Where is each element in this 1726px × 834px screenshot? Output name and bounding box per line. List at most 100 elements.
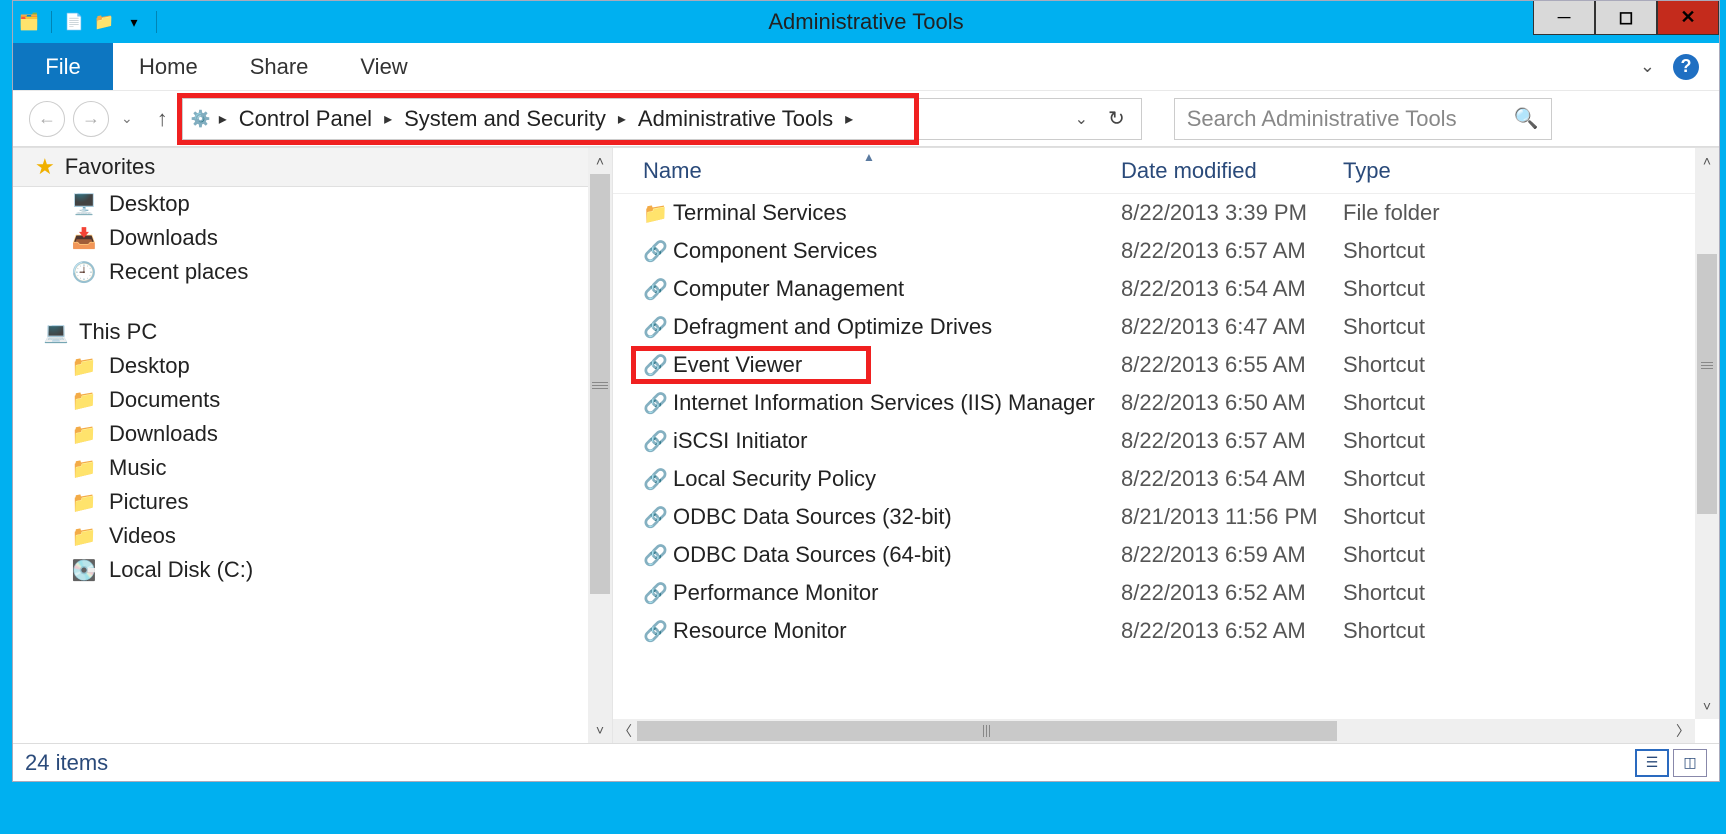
file-name: Defragment and Optimize Drives	[673, 314, 1121, 340]
file-row[interactable]: 🔗Resource Monitor8/22/2013 6:52 AMShortc…	[613, 612, 1719, 650]
file-row[interactable]: 🔗Defragment and Optimize Drives8/22/2013…	[613, 308, 1719, 346]
file-row[interactable]: 🔗Computer Management8/22/2013 6:54 AMSho…	[613, 270, 1719, 308]
file-row[interactable]: 🔗Event Viewer8/22/2013 6:55 AMShortcut	[613, 346, 1719, 384]
close-button[interactable]: ✕	[1657, 1, 1719, 35]
window-controls: ─ ◻ ✕	[1533, 1, 1719, 35]
file-type: Shortcut	[1343, 504, 1425, 530]
chevron-right-icon[interactable]: ▸	[841, 109, 857, 129]
file-date: 8/22/2013 6:52 AM	[1121, 618, 1343, 644]
sidebar-item-downloads[interactable]: 📁Downloads	[13, 417, 589, 451]
list-scrollbar-vertical[interactable]: ˄ ˅	[1695, 148, 1719, 719]
file-row[interactable]: 🔗Internet Information Services (IIS) Man…	[613, 384, 1719, 422]
chevron-right-icon[interactable]: ▸	[380, 109, 396, 129]
file-row[interactable]: 🔗ODBC Data Sources (64-bit)8/22/2013 6:5…	[613, 536, 1719, 574]
scroll-left-icon[interactable]: 〈	[613, 721, 637, 741]
file-row[interactable]: 🔗ODBC Data Sources (32-bit)8/21/2013 11:…	[613, 498, 1719, 536]
sidebar-item-desktop[interactable]: 🖥️Desktop	[13, 187, 589, 221]
file-name: iSCSI Initiator	[673, 428, 1121, 454]
history-dropdown-icon[interactable]: ⌄	[121, 110, 133, 127]
file-row[interactable]: 📁Terminal Services8/22/2013 3:39 PMFile …	[613, 194, 1719, 232]
scroll-thumb[interactable]	[1697, 254, 1717, 514]
sidebar-item-localdisk[interactable]: 💽Local Disk (C:)	[13, 553, 589, 587]
titlebar: 🗂️ 📄 📁 ▾ Administrative Tools ─ ◻ ✕	[13, 1, 1719, 43]
sidebar-item-music[interactable]: 📁Music	[13, 451, 589, 485]
file-date: 8/21/2013 11:56 PM	[1121, 504, 1343, 530]
scroll-up-icon[interactable]: ˄	[1695, 148, 1719, 174]
search-icon[interactable]: 🔍	[1514, 106, 1539, 131]
properties-icon[interactable]: 🗂️	[15, 8, 43, 36]
sidebar-item-documents[interactable]: 📁Documents	[13, 383, 589, 417]
file-type: Shortcut	[1343, 314, 1425, 340]
sidebar-scrollbar[interactable]: ˄ ˅	[588, 148, 612, 743]
file-type: Shortcut	[1343, 276, 1425, 302]
refresh-icon[interactable]: ↻	[1108, 106, 1125, 131]
scroll-down-icon[interactable]: ˅	[588, 717, 612, 743]
column-name[interactable]: Name▲	[643, 158, 1121, 184]
breadcrumb-segment[interactable]: Control Panel	[233, 106, 378, 132]
list-scrollbar-horizontal[interactable]: 〈 〉	[613, 719, 1695, 743]
file-type: Shortcut	[1343, 618, 1425, 644]
breadcrumb-segment[interactable]: Administrative Tools	[632, 106, 839, 132]
up-button[interactable]: ↑	[157, 106, 168, 132]
shortcut-icon: 🔗	[643, 429, 673, 454]
address-dropdown-icon[interactable]: ⌄	[1075, 109, 1088, 129]
file-row[interactable]: 🔗Performance Monitor8/22/2013 6:52 AMSho…	[613, 574, 1719, 612]
file-date: 8/22/2013 6:57 AM	[1121, 238, 1343, 264]
column-type[interactable]: Type	[1343, 158, 1719, 184]
tab-home[interactable]: Home	[113, 43, 224, 90]
maximize-button[interactable]: ◻	[1595, 1, 1657, 35]
chevron-right-icon[interactable]: ▸	[614, 109, 630, 129]
favorites-header[interactable]: ★ Favorites	[13, 148, 589, 187]
sidebar-item-desktop[interactable]: 📁Desktop	[13, 349, 589, 383]
search-input[interactable]: Search Administrative Tools 🔍	[1174, 98, 1552, 140]
details-view-button[interactable]: ☰	[1635, 749, 1669, 777]
forward-button[interactable]: →	[73, 101, 109, 137]
tab-share[interactable]: Share	[224, 43, 335, 90]
shortcut-icon: 🔗	[643, 619, 673, 644]
folder-icon: 📁	[71, 355, 97, 377]
file-date: 8/22/2013 6:59 AM	[1121, 542, 1343, 568]
sidebar-item-recent[interactable]: 🕘Recent places	[13, 255, 589, 289]
qat-separator	[51, 11, 52, 33]
help-icon[interactable]: ?	[1673, 54, 1699, 80]
downloads-icon: 📥	[71, 227, 97, 249]
file-row[interactable]: 🔗Local Security Policy8/22/2013 6:54 AMS…	[613, 460, 1719, 498]
ribbon: File Home Share View ⌄ ?	[13, 43, 1719, 91]
new-folder-icon[interactable]: 📄	[60, 8, 88, 36]
scroll-right-icon[interactable]: 〉	[1671, 721, 1695, 741]
breadcrumb-segment[interactable]: System and Security	[398, 106, 612, 132]
qat-separator	[156, 11, 157, 33]
file-row[interactable]: 🔗iSCSI Initiator8/22/2013 6:57 AMShortcu…	[613, 422, 1719, 460]
scroll-up-icon[interactable]: ˄	[588, 148, 612, 174]
file-tab[interactable]: File	[13, 43, 113, 90]
search-placeholder: Search Administrative Tools	[1187, 106, 1457, 132]
file-type: Shortcut	[1343, 352, 1425, 378]
chevron-right-icon[interactable]: ▸	[215, 109, 231, 129]
shortcut-icon: 🔗	[643, 315, 673, 340]
back-button[interactable]: ←	[29, 101, 65, 137]
folder-icon: 📁	[71, 491, 97, 513]
scroll-down-icon[interactable]: ˅	[1695, 693, 1719, 719]
sidebar-item-downloads[interactable]: 📥Downloads	[13, 221, 589, 255]
file-list[interactable]: 📁Terminal Services8/22/2013 3:39 PMFile …	[613, 194, 1719, 743]
window-title: Administrative Tools	[13, 9, 1719, 35]
tab-view[interactable]: View	[334, 43, 433, 90]
address-bar[interactable]: ⚙️ ▸ Control Panel ▸ System and Security…	[182, 98, 1142, 140]
scroll-thumb[interactable]	[637, 721, 1337, 741]
shortcut-icon: 🔗	[643, 505, 673, 530]
shortcut-icon: 🔗	[643, 467, 673, 492]
file-name: Performance Monitor	[673, 580, 1121, 606]
file-row[interactable]: 🔗Component Services8/22/2013 6:57 AMShor…	[613, 232, 1719, 270]
folder-icon: 📁	[71, 457, 97, 479]
column-date[interactable]: Date modified	[1121, 158, 1343, 184]
sidebar-item-pictures[interactable]: 📁Pictures	[13, 485, 589, 519]
file-date: 8/22/2013 6:47 AM	[1121, 314, 1343, 340]
ribbon-collapse-icon[interactable]: ⌄	[1640, 56, 1655, 77]
sidebar-item-videos[interactable]: 📁Videos	[13, 519, 589, 553]
sidebar-item-thispc[interactable]: 💻This PC	[13, 315, 589, 349]
minimize-button[interactable]: ─	[1533, 1, 1595, 35]
qat-dropdown-icon[interactable]: ▾	[120, 8, 148, 36]
folders-icon[interactable]: 📁	[90, 8, 118, 36]
icons-view-button[interactable]: ◫	[1673, 749, 1707, 777]
file-type: Shortcut	[1343, 542, 1425, 568]
